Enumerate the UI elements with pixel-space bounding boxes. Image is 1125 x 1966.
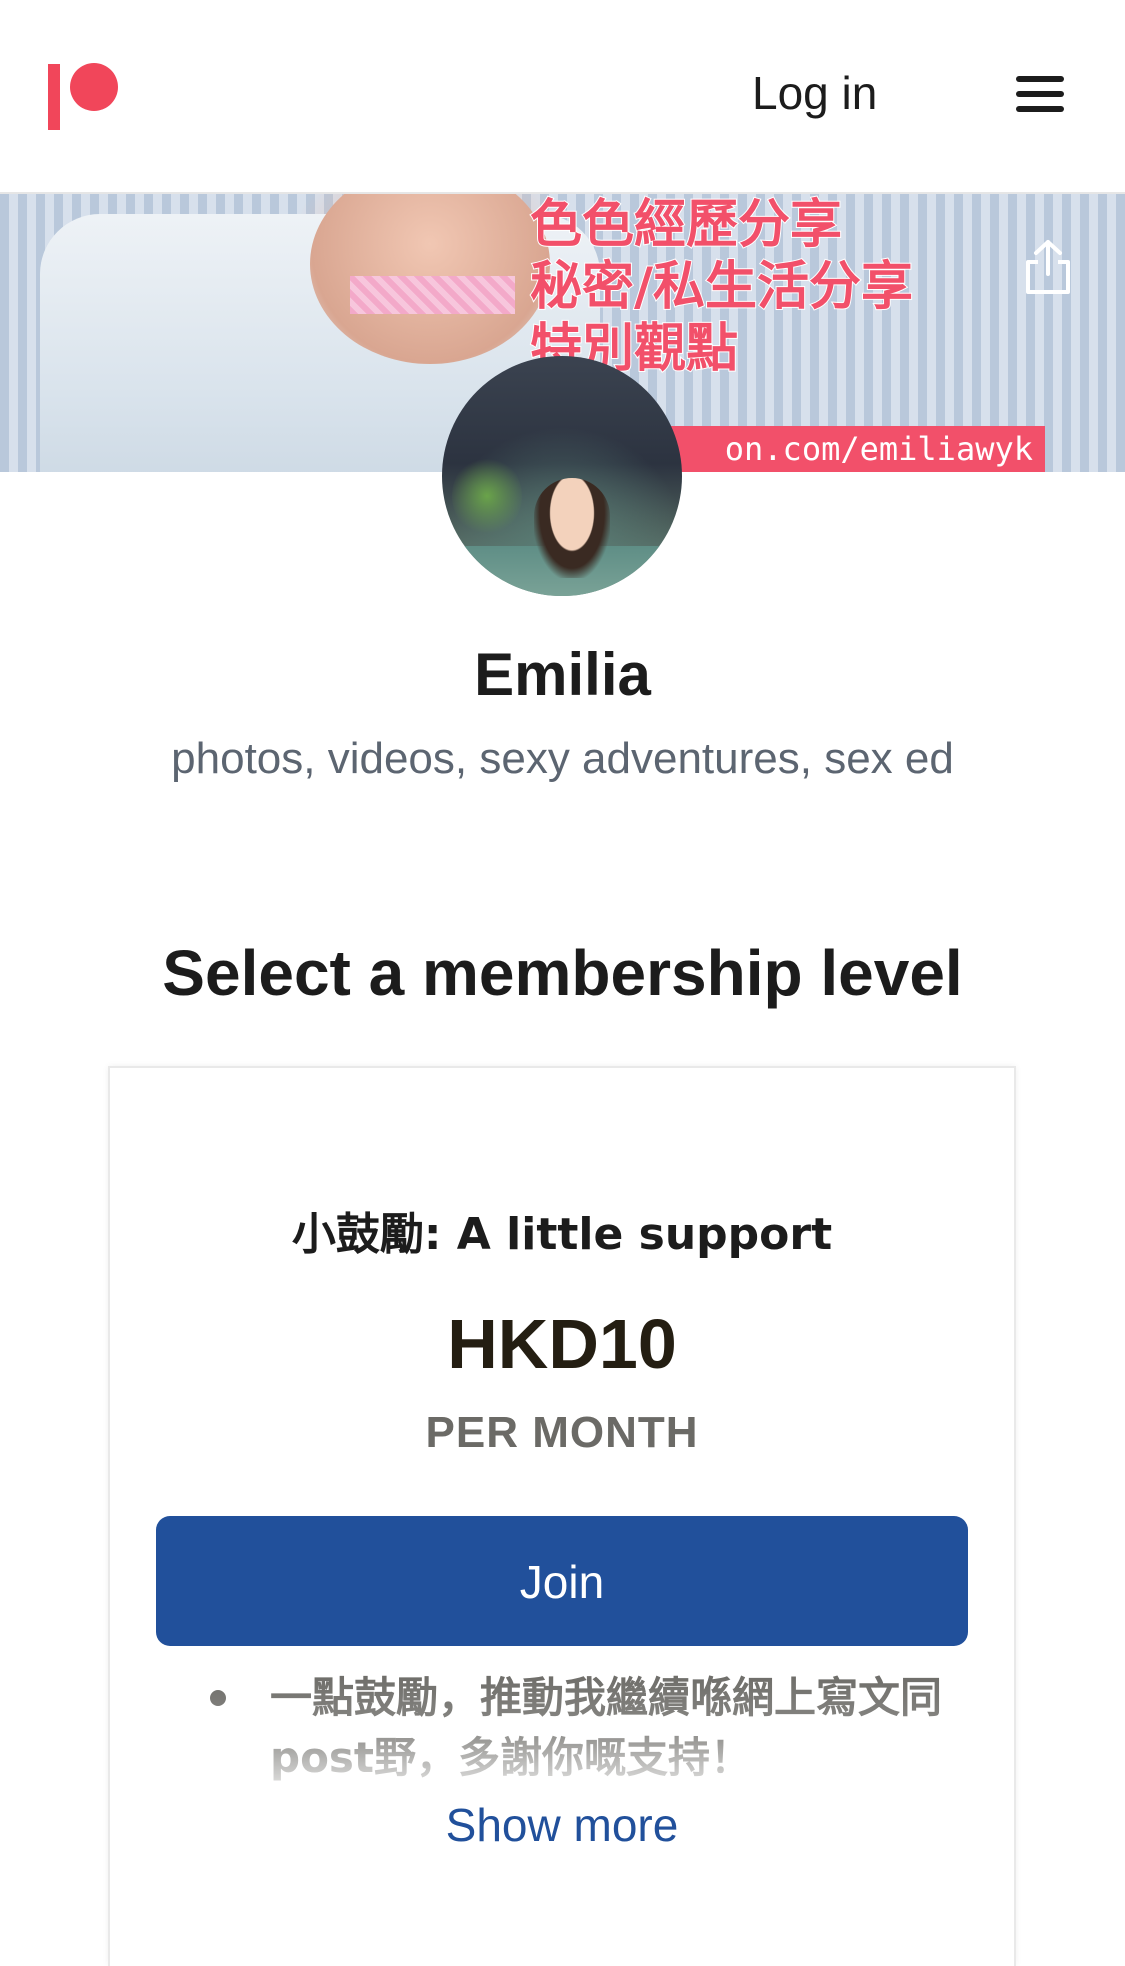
- menu-line: [1016, 91, 1064, 97]
- menu-line: [1016, 76, 1064, 82]
- creator-name: Emilia: [474, 641, 651, 708]
- banner-censor-bar: [350, 276, 515, 314]
- tier-price: HKD10: [447, 1305, 677, 1383]
- banner-promo-line: 色色經歷分享: [529, 194, 843, 256]
- show-more-link[interactable]: Show more: [110, 1798, 1014, 1852]
- banner-promo-line: 秘密/私生活分享: [529, 256, 914, 318]
- avatar-palm: [452, 456, 522, 536]
- tier-benefits-list: 一點鼓勵，推動我繼續喺網上寫文同post野，多謝你嘅支持！: [210, 1668, 970, 1796]
- menu-line: [1016, 106, 1064, 112]
- logo-circle: [70, 63, 118, 111]
- tier-name: 小鼓勵: A little support: [291, 1209, 833, 1260]
- tier-card: 小鼓勵: A little support HKD10 PER MONTH Jo…: [108, 1066, 1016, 1966]
- share-icon[interactable]: [1022, 238, 1074, 296]
- login-link[interactable]: Log in: [752, 66, 877, 120]
- banner-url: on.com/emiliawyk: [635, 426, 1045, 472]
- creator-tagline: photos, videos, sexy adventures, sex ed: [171, 734, 954, 783]
- bullet-dot: [210, 1690, 226, 1706]
- avatar-person: [534, 478, 610, 578]
- hamburger-menu-icon[interactable]: [1016, 74, 1064, 114]
- creator-avatar: [442, 356, 682, 596]
- list-item: 一點鼓勵，推動我繼續喺網上寫文同post野，多謝你嘅支持！: [210, 1668, 970, 1788]
- logo-bar: [48, 64, 60, 130]
- tier-period: PER MONTH: [425, 1408, 699, 1457]
- membership-section-title: Select a membership level: [162, 937, 963, 1009]
- patreon-logo[interactable]: [48, 60, 122, 132]
- banner-promo-text: 色色經歷分享 秘密/私生活分享 特別觀點: [529, 194, 1050, 380]
- top-nav-bar: Log in: [0, 0, 1125, 194]
- benefit-text: 一點鼓勵，推動我繼續喺網上寫文同post野，多謝你嘅支持！: [270, 1673, 943, 1782]
- join-button[interactable]: Join: [156, 1516, 968, 1646]
